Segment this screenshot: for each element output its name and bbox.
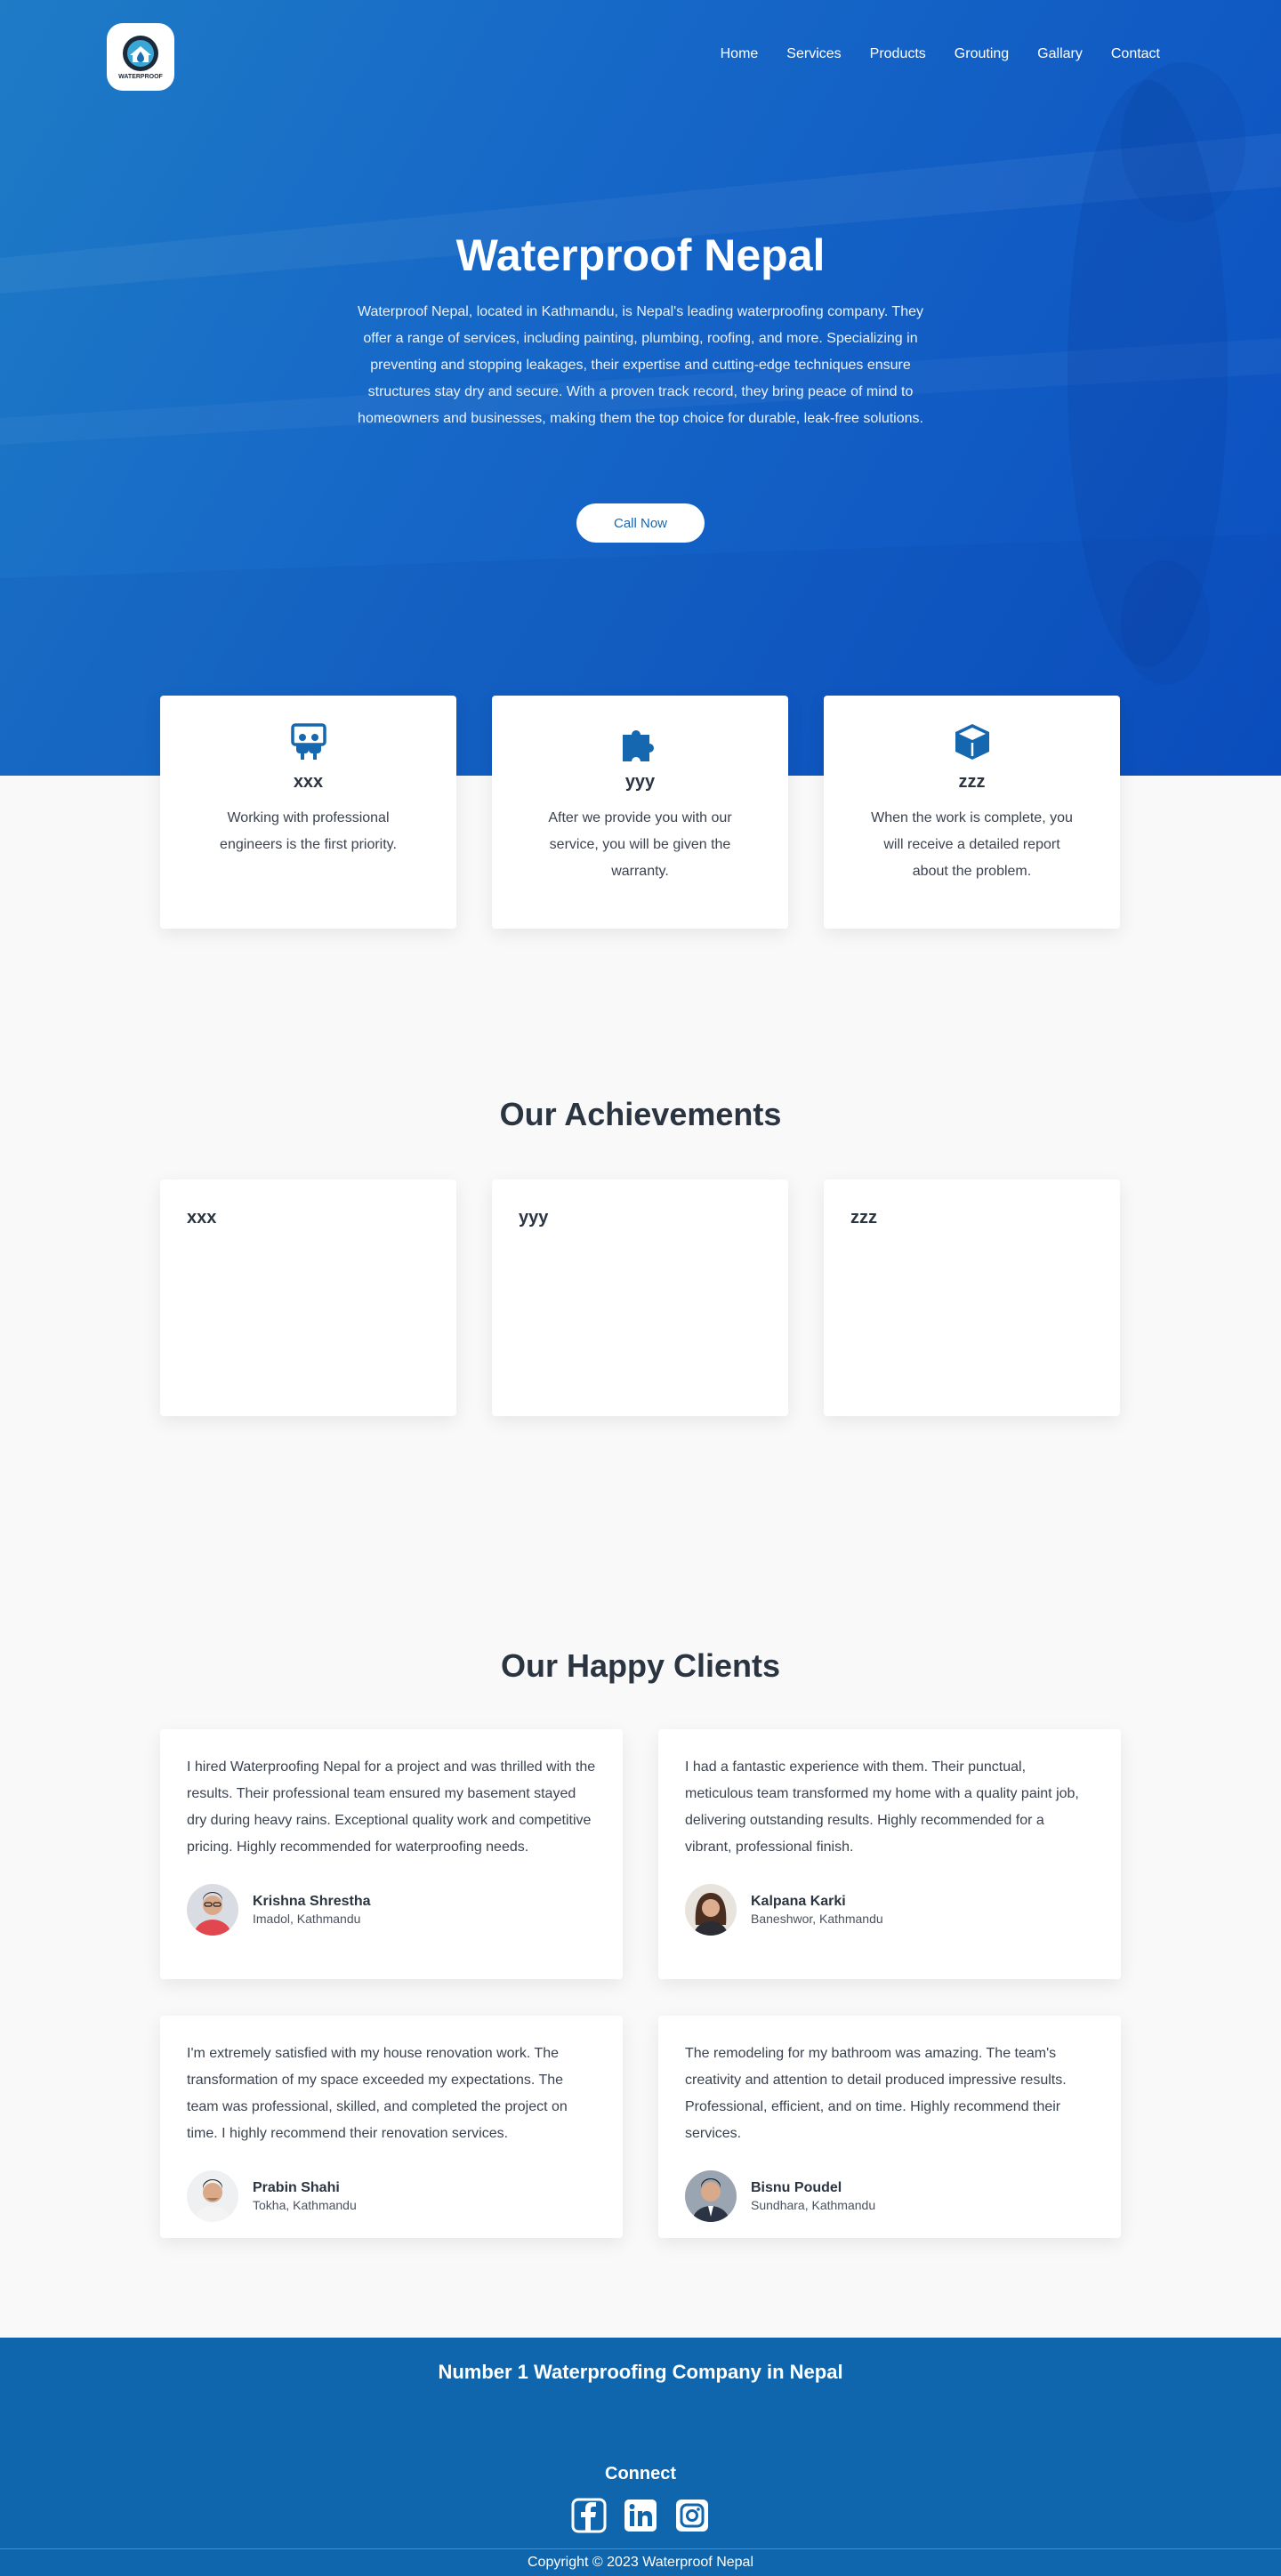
achievement-card: yyy (492, 1179, 788, 1416)
testimonial-card: I hired Waterproofing Nepal for a projec… (160, 1729, 623, 1979)
feature-title: yyy (624, 772, 656, 792)
author-location: Baneshwor, Kathmandu (751, 1912, 883, 1926)
testimonial-author: Bisnu Poudel Sundhara, Kathmandu (685, 2170, 1094, 2222)
box-icon (824, 720, 1120, 763)
avatar (685, 1884, 737, 1936)
feature-cards: xxx Working with professional engineers … (160, 696, 1121, 929)
navbar: WATERPROOF Home Services Products Grouti… (0, 23, 1281, 91)
clients-title: Our Happy Clients (500, 1647, 781, 1684)
avatar (187, 2170, 238, 2222)
nav-grouting[interactable]: Grouting (955, 46, 1009, 62)
avatar (685, 2170, 737, 2222)
testimonial-card: I had a fantastic experience with them. … (658, 1729, 1121, 1979)
nav-contact[interactable]: Contact (1111, 46, 1160, 62)
nav-home[interactable]: Home (721, 46, 759, 62)
testimonial-text: I hired Waterproofing Nepal for a projec… (187, 1759, 596, 1855)
testimonial-author: Prabin Shahi Tokha, Kathmandu (187, 2170, 596, 2222)
hero-description: Waterproof Nepal, located in Kathmandu, … (358, 304, 923, 426)
feature-card: xxx Working with professional engineers … (160, 696, 456, 929)
social-links (571, 2498, 710, 2533)
svg-text:WATERPROOF: WATERPROOF (118, 74, 163, 80)
logo-icon: WATERPROOF (118, 36, 164, 80)
avatar (187, 1884, 238, 1936)
feature-text: When the work is complete, you will rece… (871, 810, 1073, 879)
footer-divider (0, 2548, 1281, 2549)
hero-title: Waterproof Nepal (455, 230, 826, 280)
achievement-label: yyy (519, 1208, 549, 1228)
achievements-list: xxx yyy zzz (160, 1179, 1121, 1416)
feature-title: zzz (958, 772, 986, 792)
nav-products[interactable]: Products (870, 46, 926, 62)
footer-tagline: Number 1 Waterproofing Company in Nepal (438, 2361, 843, 2383)
testimonial-text: I'm extremely satisfied with my house re… (187, 2046, 568, 2141)
puzzle-icon (492, 720, 788, 763)
author-name: Bisnu Poudel (751, 2180, 842, 2195)
testimonial-author: Krishna Shrestha Imadol, Kathmandu (187, 1884, 596, 1936)
achievement-label: zzz (850, 1208, 877, 1228)
achievement-card: zzz (824, 1179, 1120, 1416)
facebook-icon[interactable] (571, 2498, 607, 2533)
testimonial-text: I had a fantastic experience with them. … (685, 1759, 1079, 1855)
feature-card: yyy After we provide you with our servic… (492, 696, 788, 929)
footer-connect-heading: Connect (605, 2464, 676, 2483)
call-now-button[interactable]: Call Now (576, 503, 705, 543)
author-name: Prabin Shahi (253, 2180, 340, 2195)
author-location: Tokha, Kathmandu (253, 2198, 357, 2212)
achievement-card: xxx (160, 1179, 456, 1416)
copyright-text: Copyright © 2023 Waterproof Nepal (528, 2555, 753, 2570)
testimonial-author: Kalpana Karki Baneshwor, Kathmandu (685, 1884, 1094, 1936)
nav-services[interactable]: Services (786, 46, 841, 62)
instagram-icon[interactable] (674, 2498, 710, 2533)
feature-text: Working with professional engineers is t… (220, 810, 397, 852)
achievement-label: xxx (187, 1208, 217, 1228)
feature-title: xxx (293, 772, 324, 792)
testimonial-card: The remodeling for my bathroom was amazi… (658, 2016, 1121, 2238)
nav-links: Home Services Products Grouting Gallary … (721, 46, 1160, 62)
feature-card: zzz When the work is complete, you will … (824, 696, 1120, 929)
users-icon (160, 720, 456, 763)
testimonial-text: The remodeling for my bathroom was amazi… (685, 2046, 1067, 2141)
linkedin-icon[interactable] (623, 2498, 658, 2533)
achievements-title: Our Achievements (499, 1096, 782, 1132)
author-name: Kalpana Karki (751, 1894, 846, 1909)
testimonial-card: I'm extremely satisfied with my house re… (160, 2016, 623, 2238)
author-name: Krishna Shrestha (253, 1894, 371, 1909)
feature-text: After we provide you with our service, y… (548, 810, 732, 879)
hero-section: WATERPROOF Home Services Products Grouti… (0, 0, 1281, 776)
logo[interactable]: WATERPROOF (107, 23, 174, 91)
footer: Number 1 Waterproofing Company in Nepal … (0, 2338, 1281, 2576)
author-location: Imadol, Kathmandu (253, 1912, 361, 1926)
nav-gallary[interactable]: Gallary (1037, 46, 1083, 62)
author-location: Sundhara, Kathmandu (751, 2198, 876, 2212)
